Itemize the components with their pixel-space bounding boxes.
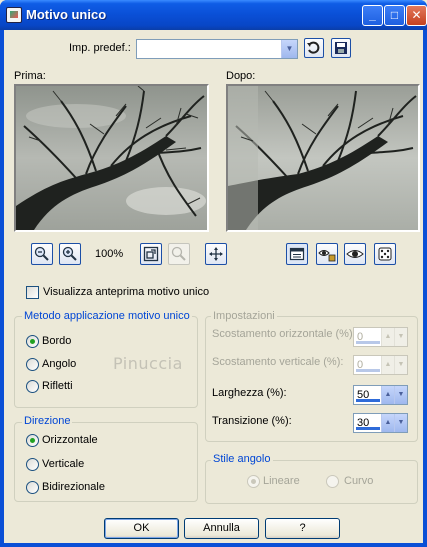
direction-label-bidirezionale[interactable]: Bidirezionale: [42, 481, 105, 493]
v-offset-spinner[interactable]: 0 ▲ ▼: [353, 355, 408, 375]
reset-preset-button[interactable]: [304, 38, 324, 58]
spin-up-icon[interactable]: ▲: [381, 328, 394, 346]
reset-icon: [307, 41, 320, 54]
zoom-level: 100%: [95, 248, 124, 260]
direction-group-title: Direzione: [22, 415, 73, 427]
show-preview-label[interactable]: Visualizza anteprima motivo unico: [43, 286, 209, 298]
spin-up-icon[interactable]: ▲: [381, 356, 394, 374]
direction-label-verticale[interactable]: Verticale: [42, 458, 84, 470]
presets-dropdown[interactable]: ▼: [136, 39, 298, 59]
save-preset-button[interactable]: [331, 38, 351, 58]
watermark-text: Pinuccia: [113, 354, 183, 373]
show-preview-checkbox[interactable]: [26, 286, 39, 299]
spin-down-icon[interactable]: ▼: [394, 386, 407, 404]
width-label: Larghezza (%):: [212, 387, 287, 399]
help-button[interactable]: ?: [265, 518, 340, 539]
width-slider[interactable]: [356, 399, 380, 402]
zoom-out-button[interactable]: [31, 243, 53, 265]
corner-radio-lineare[interactable]: [247, 475, 260, 488]
window-title: Motivo unico: [26, 7, 107, 22]
method-radio-rifletti[interactable]: [26, 380, 39, 393]
before-preview-image[interactable]: [14, 84, 209, 232]
floppy-disk-icon: [335, 42, 347, 54]
cancel-button[interactable]: Annulla: [184, 518, 259, 539]
eye-lock-button[interactable]: [316, 243, 338, 265]
zoom-out-icon: [34, 246, 49, 261]
zoom-icon: [171, 246, 186, 261]
randomize-button[interactable]: [374, 243, 396, 265]
dialog-window: Motivo unico _ □ ✕ Imp. predef.: ▼ Prima…: [0, 0, 427, 547]
v-offset-slider[interactable]: [356, 369, 380, 372]
transition-label: Transizione (%):: [212, 415, 292, 427]
spin-up-icon[interactable]: ▲: [381, 386, 394, 404]
eye-lock-icon: [318, 250, 336, 262]
h-offset-slider[interactable]: [356, 341, 380, 344]
corner-radio-curvo[interactable]: [326, 475, 339, 488]
preview-window-icon: [289, 247, 305, 261]
width-spinner[interactable]: 50 ▲ ▼: [353, 385, 408, 405]
pan-button[interactable]: [205, 243, 227, 265]
corner-label-curvo[interactable]: Curvo: [344, 475, 373, 487]
zoom-in-icon: [62, 246, 77, 261]
method-radio-bordo[interactable]: [26, 335, 39, 348]
fit-window-button[interactable]: [140, 243, 162, 265]
title-bar[interactable]: Motivo unico _ □ ✕: [0, 0, 427, 30]
maximize-button[interactable]: □: [384, 5, 405, 26]
spin-down-icon[interactable]: ▼: [394, 328, 407, 346]
corner-style-group-title: Stile angolo: [211, 453, 273, 465]
spin-down-icon[interactable]: ▼: [394, 356, 407, 374]
spin-up-icon[interactable]: ▲: [381, 414, 394, 432]
spin-down-icon[interactable]: ▼: [394, 414, 407, 432]
toggle-preview-button[interactable]: [286, 243, 308, 265]
dice-icon: [378, 247, 392, 261]
presets-label: Imp. predef.:: [69, 42, 131, 54]
eye-button[interactable]: [344, 243, 366, 265]
corner-label-lineare[interactable]: Lineare: [263, 475, 300, 487]
transition-slider[interactable]: [356, 427, 380, 430]
direction-label-orizzontale[interactable]: Orizzontale: [42, 434, 98, 446]
zoom-in-button[interactable]: [59, 243, 81, 265]
chevron-down-icon[interactable]: ▼: [281, 40, 297, 58]
method-label-bordo[interactable]: Bordo: [42, 335, 71, 347]
after-preview-image[interactable]: [226, 84, 420, 232]
settings-group-title: Impostazioni: [211, 310, 277, 322]
app-icon: [6, 7, 22, 23]
method-group-title: Metodo applicazione motivo unico: [22, 310, 192, 322]
minimize-button[interactable]: _: [362, 5, 383, 26]
dialog-body: Imp. predef.: ▼ Prima: Dopo: 100% Visual…: [4, 30, 423, 543]
h-offset-spinner[interactable]: 0 ▲ ▼: [353, 327, 408, 347]
method-label-rifletti[interactable]: Rifletti: [42, 380, 73, 392]
before-label: Prima:: [14, 70, 46, 82]
close-button[interactable]: ✕: [406, 5, 427, 26]
method-label-angolo[interactable]: Angolo: [42, 358, 76, 370]
eye-icon: [346, 250, 364, 258]
transition-spinner[interactable]: 30 ▲ ▼: [353, 413, 408, 433]
direction-radio-orizzontale[interactable]: [26, 434, 39, 447]
after-label: Dopo:: [226, 70, 256, 82]
direction-radio-bidirezionale[interactable]: [26, 481, 39, 494]
zoom-actual-button[interactable]: [168, 243, 190, 265]
v-offset-label: Scostamento verticale (%):: [212, 356, 344, 368]
ok-button[interactable]: OK: [104, 518, 179, 539]
direction-radio-verticale[interactable]: [26, 458, 39, 471]
method-radio-angolo[interactable]: [26, 358, 39, 371]
resize-icon: [143, 246, 159, 262]
move-icon: [209, 247, 223, 261]
corner-style-group: [205, 460, 418, 504]
h-offset-label: Scostamento orizzontale (%):: [212, 328, 356, 340]
